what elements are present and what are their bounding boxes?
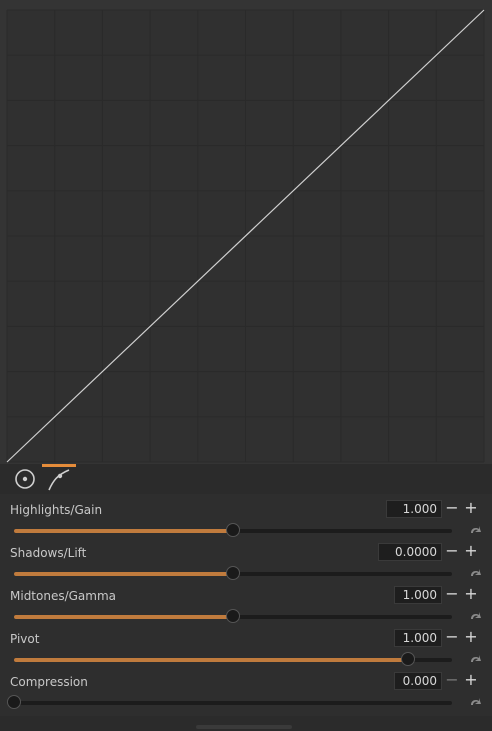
pivot-value[interactable]: 1.000	[394, 629, 442, 647]
control-label: Midtones/Gamma	[10, 589, 117, 603]
control-label: Highlights/Gain	[10, 503, 103, 517]
control-label: Pivot	[10, 632, 40, 646]
pivot-control: Pivot 1.000 − +	[0, 623, 492, 666]
control-label: Compression	[10, 675, 88, 689]
curve-editor[interactable]	[0, 0, 492, 464]
target-icon[interactable]	[12, 466, 38, 492]
controls-panel: Highlights/Gain 1.000 − + Shadows/Lift 0…	[0, 494, 492, 731]
shadows-lift-control: Shadows/Lift 0.0000 − +	[0, 537, 492, 580]
reset-icon[interactable]	[468, 609, 482, 623]
slider-handle[interactable]	[226, 523, 240, 537]
increment-button[interactable]: +	[463, 543, 479, 559]
resize-handle[interactable]	[196, 725, 292, 729]
compression-control: Compression 0.000 − +	[0, 666, 492, 709]
increment-button[interactable]: +	[463, 586, 479, 602]
slider-handle[interactable]	[226, 609, 240, 623]
shadows-lift-value[interactable]: 0.0000	[378, 543, 442, 561]
highlights-gain-slider[interactable]	[14, 523, 452, 537]
curve-icon[interactable]	[46, 466, 72, 492]
reset-icon[interactable]	[468, 566, 482, 580]
highlights-gain-value[interactable]: 1.000	[386, 500, 442, 518]
increment-button[interactable]: +	[463, 629, 479, 645]
reset-icon[interactable]	[468, 523, 482, 537]
compression-value[interactable]: 0.000	[394, 672, 442, 690]
slider-handle[interactable]	[7, 695, 21, 709]
slider-fill	[14, 529, 233, 533]
highlights-gain-control: Highlights/Gain 1.000 − +	[0, 494, 492, 537]
slider-fill	[14, 658, 409, 662]
slider-fill	[14, 615, 233, 619]
compression-slider[interactable]	[7, 695, 452, 709]
shadows-lift-slider[interactable]	[14, 566, 452, 580]
decrement-button[interactable]: −	[444, 672, 460, 688]
pivot-slider[interactable]	[14, 652, 452, 666]
decrement-button[interactable]: −	[444, 586, 460, 602]
curve-toolbar	[0, 464, 492, 494]
midtones-gamma-control: Midtones/Gamma 1.000 − +	[0, 580, 492, 623]
increment-button[interactable]: +	[463, 500, 479, 516]
decrement-button[interactable]: −	[444, 629, 460, 645]
decrement-button[interactable]: −	[444, 500, 460, 516]
midtones-gamma-slider[interactable]	[14, 609, 452, 623]
decrement-button[interactable]: −	[444, 543, 460, 559]
curve-graph[interactable]	[0, 0, 492, 464]
control-label: Shadows/Lift	[10, 546, 87, 560]
slider-handle[interactable]	[226, 566, 240, 580]
increment-button[interactable]: +	[463, 672, 479, 688]
reset-icon[interactable]	[468, 652, 482, 666]
reset-icon[interactable]	[468, 695, 482, 709]
midtones-gamma-value[interactable]: 1.000	[394, 586, 442, 604]
slider-handle[interactable]	[401, 652, 416, 666]
slider-fill	[14, 572, 233, 576]
